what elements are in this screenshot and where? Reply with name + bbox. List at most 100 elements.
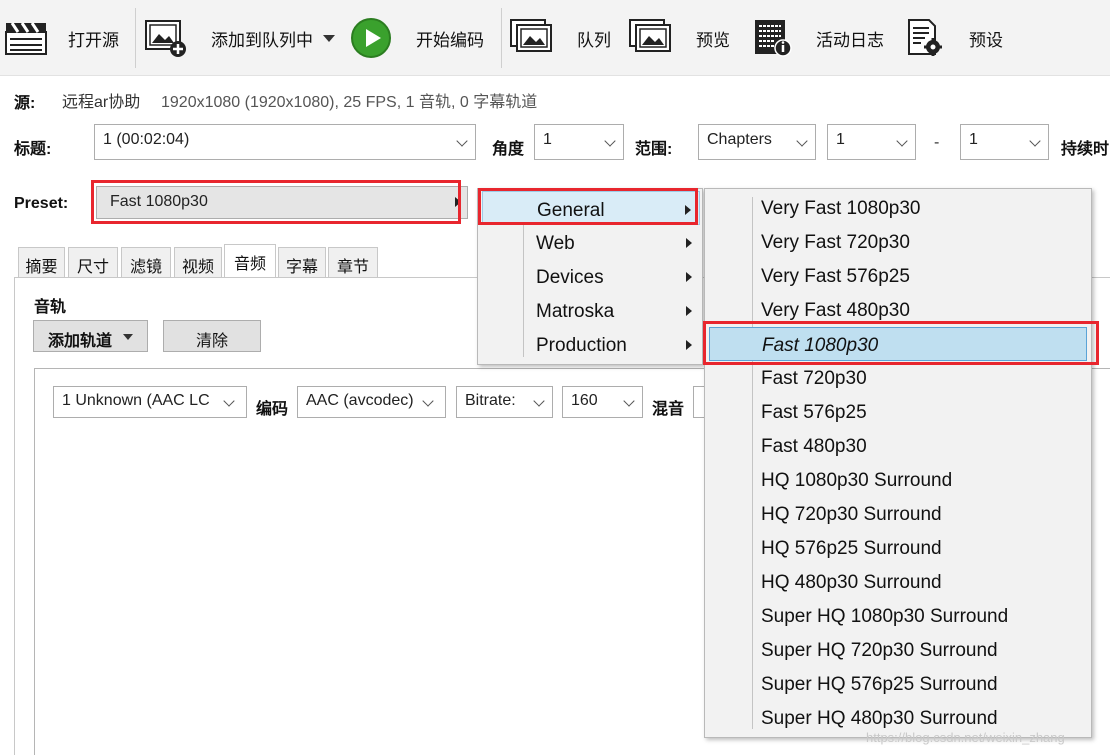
- dropdown-arrow-icon: [123, 334, 133, 340]
- presets-label: 预设: [969, 30, 1003, 50]
- range-end-value: 1: [969, 131, 978, 148]
- submenu-arrow-icon: [685, 205, 691, 215]
- tab-chapters[interactable]: 章节: [328, 247, 378, 277]
- menu-item-preset[interactable]: Fast 480p30: [755, 429, 1085, 463]
- add-to-queue-label: 添加到队列中: [211, 30, 313, 50]
- range-end-select[interactable]: 1: [960, 124, 1049, 160]
- menu-item-preset[interactable]: Fast 576p25: [755, 395, 1085, 429]
- menu-item-production[interactable]: Production: [482, 327, 700, 361]
- watermark-text: https://blog.csdn.net/weixin_zhang: [866, 730, 1065, 745]
- bitrate-value: 160: [571, 392, 598, 409]
- codec-select[interactable]: AAC (avcodec): [297, 386, 446, 418]
- preset-select[interactable]: Fast 1080p30: [96, 186, 468, 219]
- bitrate-select[interactable]: 160: [562, 386, 643, 418]
- menu-item-preset-selected[interactable]: Fast 1080p30: [709, 327, 1087, 361]
- tab-label: 滤镜: [129, 259, 162, 276]
- audio-source-value: 1 Unknown (AAC LC: [62, 392, 210, 409]
- start-encode-button[interactable]: 开始编码: [350, 0, 495, 76]
- menu-item-preset[interactable]: Super HQ 576p25 Surround: [755, 667, 1085, 701]
- chevron-down-icon: [795, 134, 809, 148]
- menu-item-general[interactable]: General: [482, 191, 700, 225]
- menu-item-preset[interactable]: Very Fast 480p30: [755, 293, 1085, 327]
- submenu-arrow-icon: [455, 197, 461, 207]
- preset-select-value: Fast 1080p30: [110, 193, 208, 210]
- menu-item-preset[interactable]: HQ 720p30 Surround: [755, 497, 1085, 531]
- menu-item-devices[interactable]: Devices: [482, 259, 700, 293]
- bitrate-label: Bitrate:: [465, 392, 516, 409]
- menu-item-label: HQ 1080p30 Surround: [761, 470, 953, 491]
- preset-category-menu: General Web Devices Matroska Production: [477, 188, 703, 365]
- submenu-arrow-icon: [686, 340, 692, 350]
- menu-item-preset[interactable]: HQ 1080p30 Surround: [755, 463, 1085, 497]
- main-toolbar: 打开源 添加到队列中 开始编码 队列 预览 活动日志 预设: [0, 0, 1110, 76]
- menu-item-label: HQ 480p30 Surround: [761, 572, 942, 593]
- menu-item-preset[interactable]: HQ 576p25 Surround: [755, 531, 1085, 565]
- tab-filters[interactable]: 滤镜: [121, 247, 171, 277]
- source-name: 远程ar协助: [62, 94, 141, 111]
- tab-dimensions[interactable]: 尺寸: [68, 247, 118, 277]
- chevron-down-icon: [603, 134, 617, 148]
- chevron-down-icon: [222, 394, 244, 408]
- chevron-down-icon: [895, 134, 909, 148]
- log-document-icon: [752, 18, 792, 58]
- chevron-down-icon: [1028, 134, 1042, 148]
- range-start-select[interactable]: 1: [827, 124, 916, 160]
- menu-item-label: Super HQ 1080p30 Surround: [761, 606, 1009, 627]
- queue-icon: [509, 18, 557, 58]
- menu-item-label: HQ 576p25 Surround: [761, 538, 942, 559]
- range-dash: -: [934, 134, 940, 151]
- menu-gutter: [752, 197, 753, 729]
- menu-item-preset[interactable]: Very Fast 720p30: [755, 225, 1085, 259]
- preset-list-menu: Very Fast 1080p30 Very Fast 720p30 Very …: [704, 188, 1092, 738]
- queue-button[interactable]: 队列: [509, 0, 619, 76]
- menu-item-label: Matroska: [536, 301, 615, 322]
- dropdown-arrow-icon[interactable]: [323, 34, 335, 42]
- preset-settings-icon: [905, 18, 945, 58]
- open-source-button[interactable]: 打开源: [0, 0, 128, 76]
- tab-subtitles[interactable]: 字幕: [278, 247, 326, 277]
- chevron-down-icon: [622, 394, 636, 408]
- clear-button[interactable]: 清除: [163, 320, 261, 352]
- angle-select[interactable]: 1: [534, 124, 624, 160]
- menu-item-preset[interactable]: HQ 480p30 Surround: [755, 565, 1085, 599]
- menu-item-preset[interactable]: Super HQ 720p30 Surround: [755, 633, 1085, 667]
- activity-log-button[interactable]: 活动日志: [752, 0, 897, 76]
- chevron-down-icon: [455, 134, 469, 148]
- menu-item-label: Very Fast 720p30: [761, 232, 910, 253]
- menu-item-preset[interactable]: Super HQ 1080p30 Surround: [755, 599, 1085, 633]
- presets-button[interactable]: 预设: [905, 0, 1025, 76]
- toolbar-separator: [501, 8, 502, 68]
- tab-label: 尺寸: [76, 259, 109, 276]
- chevron-down-icon: [421, 394, 443, 408]
- tab-summary[interactable]: 摘要: [18, 247, 65, 277]
- tab-label: 视频: [181, 259, 214, 276]
- menu-item-label: Fast 1080p30: [762, 335, 879, 356]
- submenu-arrow-icon: [686, 272, 692, 282]
- menu-item-preset[interactable]: Very Fast 1080p30: [755, 191, 1085, 225]
- menu-item-preset[interactable]: Very Fast 576p25: [755, 259, 1085, 293]
- preview-button[interactable]: 预览: [628, 0, 746, 76]
- tab-video[interactable]: 视频: [174, 247, 222, 277]
- menu-item-label: Very Fast 576p25: [761, 266, 910, 287]
- add-photo-icon: [143, 18, 189, 58]
- menu-item-web[interactable]: Web: [482, 225, 700, 259]
- menu-item-label: Super HQ 480p30 Surround: [761, 708, 998, 729]
- source-info: 1920x1080 (1920x1080), 25 FPS, 1 音轨, 0 字…: [161, 94, 538, 111]
- add-to-queue-button[interactable]: 添加到队列中: [143, 0, 343, 76]
- bitrate-mode-select[interactable]: Bitrate:: [456, 386, 553, 418]
- add-track-button[interactable]: 添加轨道: [33, 320, 148, 352]
- tab-audio[interactable]: 音频: [224, 244, 276, 278]
- audio-source-select[interactable]: 1 Unknown (AAC LC: [53, 386, 247, 418]
- submenu-arrow-icon: [686, 238, 692, 248]
- menu-item-label: Fast 576p25: [761, 402, 867, 423]
- menu-item-label: Super HQ 720p30 Surround: [761, 640, 998, 661]
- title-select[interactable]: 1 (00:02:04): [94, 124, 476, 160]
- angle-label: 角度: [492, 141, 525, 158]
- menu-item-label: Very Fast 480p30: [761, 300, 910, 321]
- menu-item-label: Production: [536, 335, 627, 356]
- audio-tracks-title: 音轨: [34, 299, 67, 316]
- range-type-select[interactable]: Chapters: [698, 124, 816, 160]
- menu-item-label: Fast 720p30: [761, 368, 867, 389]
- menu-item-preset[interactable]: Fast 720p30: [755, 361, 1085, 395]
- menu-item-matroska[interactable]: Matroska: [482, 293, 700, 327]
